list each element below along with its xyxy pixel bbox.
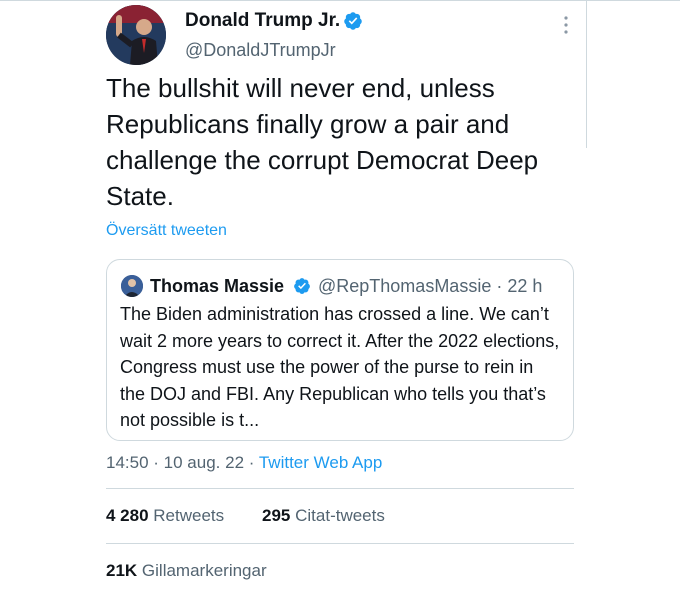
column-divider [586,0,587,148]
quoted-author-handle[interactable]: @RepThomasMassie [318,276,491,296]
author-avatar[interactable] [106,5,166,65]
verified-badge-icon [344,12,362,30]
separator-dot: · [153,453,164,472]
retweets-label: Retweets [153,506,225,525]
separator-dot: · [248,453,259,472]
quoted-tweet-age[interactable]: 22 h [507,276,542,296]
tweet-text: The bullshit will never end, unless Repu… [106,73,539,211]
retweets-count: 4 280 [106,506,149,525]
tweet-date[interactable]: 10 aug. 22 [164,453,244,472]
translate-tweet-link[interactable]: Översätt tweeten [106,222,227,240]
author-name[interactable]: Donald Trump Jr. [185,10,340,32]
quote-tweets-count: 295 [262,506,291,525]
quoted-verified-badge-icon [294,278,310,294]
quoted-author-avatar[interactable] [121,275,143,297]
quote-tweets-label: Citat-tweets [295,506,385,525]
separator-dot: · [496,276,508,296]
quote-tweets-stat[interactable]: 295 Citat-tweets [262,506,385,526]
divider [106,488,574,489]
tweet-source-link[interactable]: Twitter Web App [259,453,382,472]
tweet-time[interactable]: 14:50 [106,453,149,472]
author-handle[interactable]: @DonaldJTrumpJr [185,40,336,61]
likes-label: Gillamarkeringar [141,561,267,580]
retweets-stat[interactable]: 4 280 Retweets [106,506,224,526]
more-options-icon[interactable] [561,14,571,36]
quoted-author-name[interactable]: Thomas Massie [150,276,284,297]
tweet-meta: 14:50 · 10 aug. 22 · Twitter Web App [106,453,382,473]
likes-stat[interactable]: 21K Gillamarkeringar [106,561,267,581]
likes-count: 21K [106,561,138,580]
quoted-author-meta[interactable]: @RepThomasMassie · 22 h [318,276,542,297]
divider [106,543,574,544]
top-border [0,0,680,1]
quoted-tweet-text: The Biden administration has crossed a l… [120,304,560,430]
